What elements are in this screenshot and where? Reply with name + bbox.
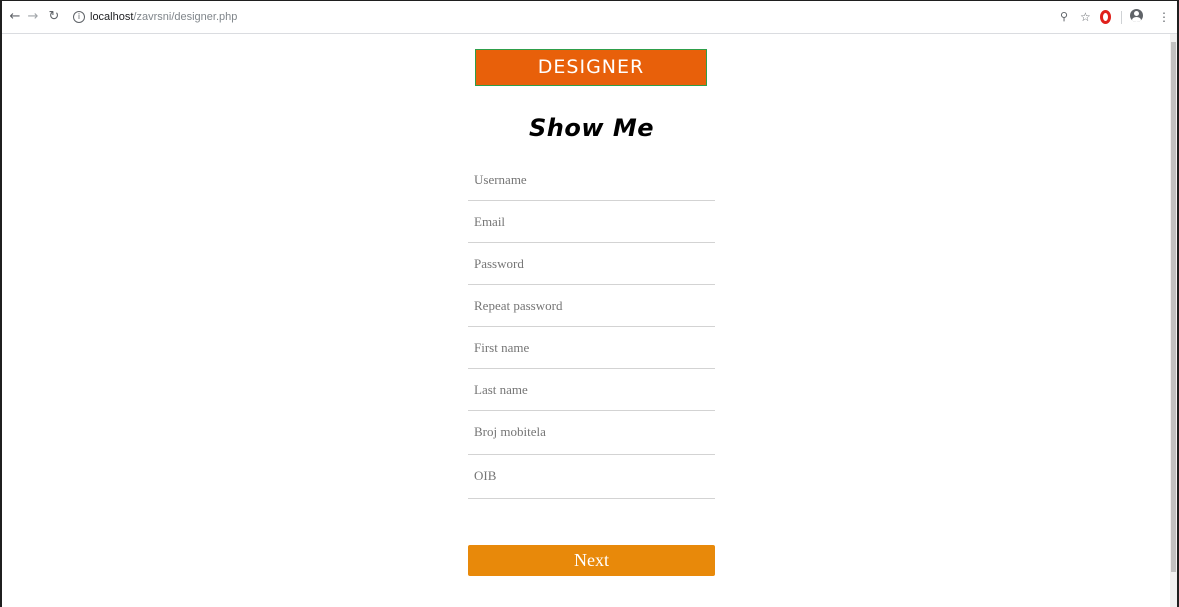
- zoom-icon[interactable]: ⚲: [1060, 9, 1068, 25]
- repeat-password-input[interactable]: [468, 285, 715, 326]
- page-title: Show Me: [528, 114, 655, 142]
- browser-window: ← → ↻ i localhost/zavrsni/designer.php ⚲…: [0, 0, 1179, 607]
- reload-icon[interactable]: ↻: [47, 9, 61, 25]
- back-arrow-icon[interactable]: ←: [8, 9, 22, 25]
- password-input[interactable]: [468, 243, 715, 284]
- email-field: [468, 201, 715, 243]
- next-button[interactable]: Next: [468, 545, 715, 576]
- forward-arrow-icon[interactable]: →: [26, 9, 40, 25]
- first-name-input[interactable]: [468, 327, 715, 368]
- phone-field: [468, 411, 715, 455]
- url-path: /zavrsni/designer.php: [133, 11, 238, 23]
- username-field: [468, 159, 715, 201]
- page-content: DESIGNER Show Me Username Email First na…: [2, 34, 1170, 607]
- url-host: localhost: [90, 11, 134, 23]
- browser-toolbar: ← → ↻ i localhost/zavrsni/designer.php ⚲…: [2, 1, 1177, 34]
- phone-input[interactable]: [468, 411, 715, 452]
- star-icon[interactable]: ☆: [1080, 9, 1091, 25]
- repeat-password-field: [468, 285, 715, 327]
- oib-field: [468, 455, 715, 499]
- designer-banner: DESIGNER: [475, 49, 707, 86]
- toolbar-divider: [1121, 11, 1122, 24]
- page-scrollbar[interactable]: [1170, 34, 1177, 607]
- last-name-input[interactable]: [468, 369, 715, 410]
- username-input[interactable]: [468, 159, 715, 200]
- address-bar[interactable]: localhost/zavrsni/designer.php: [90, 10, 237, 24]
- menu-icon[interactable]: ⋮: [1158, 9, 1170, 25]
- account-icon[interactable]: [1130, 9, 1143, 22]
- last-name-field: [468, 369, 715, 411]
- registration-form: [468, 159, 715, 499]
- email-input[interactable]: [468, 201, 715, 242]
- scrollbar-thumb[interactable]: [1171, 42, 1176, 572]
- oib-input[interactable]: [468, 455, 715, 496]
- info-icon[interactable]: i: [73, 11, 85, 23]
- opera-icon[interactable]: [1100, 10, 1111, 24]
- first-name-field: [468, 327, 715, 369]
- password-field: [468, 243, 715, 285]
